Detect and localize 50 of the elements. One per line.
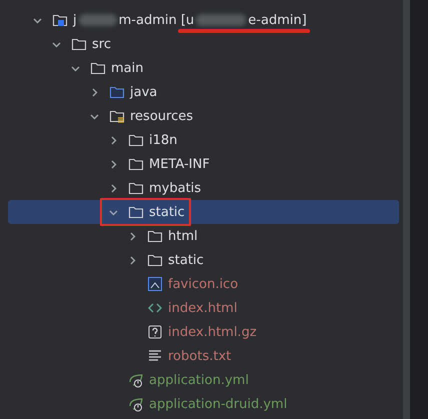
tree-row[interactable]: index.html [8, 296, 399, 320]
leaf-config-icon [128, 396, 144, 412]
file-name: resources [130, 108, 194, 124]
tree-row[interactable]: java [8, 80, 399, 104]
scrollbar[interactable] [403, 0, 410, 419]
file-name: robots.txt [168, 348, 232, 364]
tree-row[interactable]: j m-admin [u e-admin] [8, 8, 399, 32]
folder-icon [147, 252, 163, 268]
file-name: static [149, 204, 185, 220]
file-name: favicon.ico [168, 276, 238, 292]
tree-row[interactable]: html [8, 224, 399, 248]
tree-row[interactable]: application.yml [8, 368, 399, 392]
file-name: application.yml [149, 372, 249, 388]
question-file-icon [147, 324, 163, 340]
tree-row[interactable]: resources [8, 104, 399, 128]
file-name: src [92, 36, 111, 52]
file-name: main [111, 60, 144, 76]
tree-row[interactable]: static [8, 200, 399, 224]
tree-row[interactable]: index.html.gz [8, 320, 399, 344]
file-name: application-druid.yml [149, 396, 288, 412]
file-name: index.html [168, 300, 238, 316]
file-name: index.html.gz [168, 324, 257, 340]
leaf-config-icon [128, 372, 144, 388]
file-name: html [168, 228, 198, 244]
folder-icon [128, 180, 144, 196]
tree-row[interactable]: application-druid.yml [8, 392, 399, 416]
tree-row[interactable]: META-INF [8, 152, 399, 176]
module-name: j m-admin [u e-admin] [73, 12, 307, 28]
image-icon [147, 276, 163, 292]
file-name: META-INF [149, 156, 210, 172]
module-folder-icon [52, 12, 68, 28]
tree-row[interactable]: static [8, 248, 399, 272]
folder-icon [128, 204, 144, 220]
folder-icon [147, 228, 163, 244]
tree-row[interactable]: robots.txt [8, 344, 399, 368]
file-name: static [168, 252, 204, 268]
tree-row[interactable]: main [8, 56, 399, 80]
folder-icon [71, 36, 87, 52]
resource-folder-icon [109, 108, 125, 124]
tree-row[interactable]: mybatis [8, 176, 399, 200]
tree-row[interactable]: favicon.ico [8, 272, 399, 296]
file-name: java [130, 84, 158, 100]
file-name: i18n [149, 132, 178, 148]
folder-icon [128, 156, 144, 172]
file-name: mybatis [149, 180, 202, 196]
folder-icon [109, 84, 125, 100]
folder-icon [90, 60, 106, 76]
tree-row[interactable]: src [8, 32, 399, 56]
tree-row[interactable]: i18n [8, 128, 399, 152]
folder-icon [128, 132, 144, 148]
